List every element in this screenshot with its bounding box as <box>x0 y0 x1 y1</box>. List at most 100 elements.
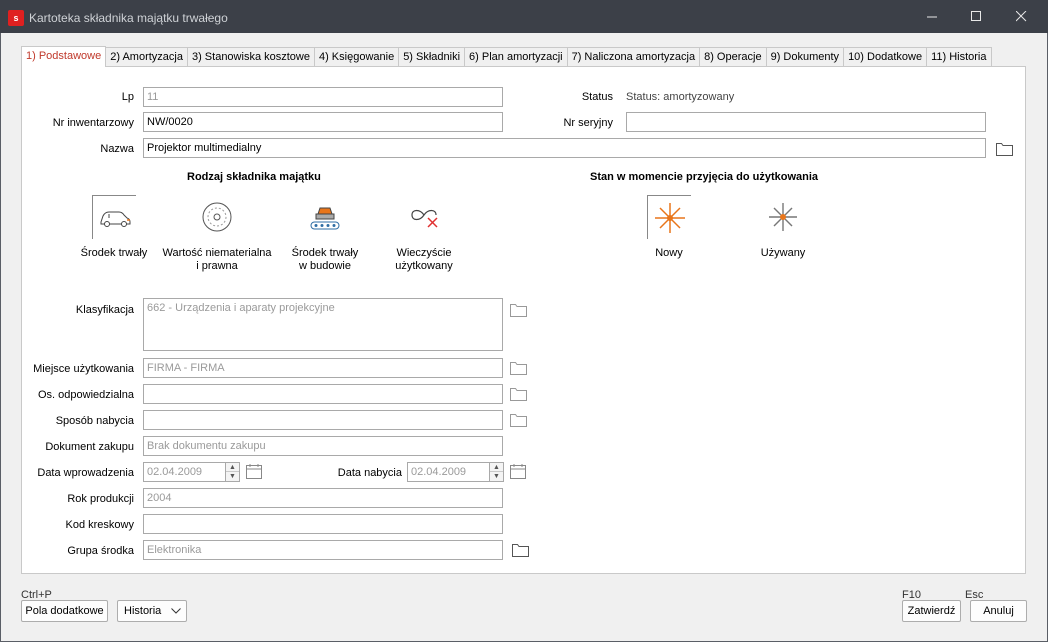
tab-label: Stanowiska kosztowe <box>201 51 310 63</box>
folder-icon[interactable] <box>996 142 1013 156</box>
tab-ksiegowanie[interactable]: 4) Księgowanie <box>314 47 400 67</box>
spin-up-icon[interactable]: ▲ <box>226 463 239 472</box>
calendar-icon[interactable] <box>510 464 527 479</box>
app-logo-icon: s <box>8 10 24 26</box>
cancel-button[interactable]: Anuluj <box>970 600 1027 622</box>
folder-icon[interactable] <box>510 361 527 375</box>
condition-label: Używany <box>760 247 806 259</box>
classification-label: Klasyfikacja <box>75 304 134 316</box>
status-value: Status: amortyzowany <box>626 91 735 103</box>
minimize-icon <box>926 16 937 18</box>
tab-label: Księgowanie <box>328 51 395 63</box>
tab-label: Operacje <box>713 51 762 63</box>
title-bar: s Kartoteka składnika majątku trwałego <box>0 0 1048 33</box>
tab-number: 10) <box>848 51 864 63</box>
tab-historia[interactable]: 11) Historia <box>927 47 992 67</box>
inventory-number-field[interactable]: NW/0020 <box>143 112 503 132</box>
tab-stanowiska-kosztowe[interactable]: 3) Stanowiska kosztowe <box>187 47 315 67</box>
tab-number: 1) <box>26 50 36 62</box>
introduction-date-label: Data wprowadzenia <box>37 467 134 479</box>
tab-label: Dodatkowe <box>863 51 923 63</box>
introduction-date-field[interactable]: 02.04.2009 <box>143 462 226 482</box>
asset-group-field[interactable]: Elektronika <box>143 540 503 560</box>
classification-field[interactable]: 662 - Urządzenia i aparaty projekcyjne <box>143 298 503 351</box>
condition-new[interactable]: Nowy <box>647 195 691 260</box>
folder-icon[interactable] <box>510 413 527 427</box>
tab-bar: 1) Podstawowe 2) Amortyzacja 3) Stanowis… <box>21 46 992 67</box>
introduction-date-spinner[interactable]: ▲ ▼ <box>226 462 240 482</box>
tab-operacje[interactable]: 8) Operacje <box>700 47 767 67</box>
extra-fields-button[interactable]: Pola dodatkowe <box>21 600 108 622</box>
asset-type-perpetual-usufruct[interactable]: Wieczyście użytkowany <box>378 195 470 273</box>
spin-up-icon[interactable]: ▲ <box>490 463 503 472</box>
asset-type-label: Wieczyście <box>396 247 452 259</box>
folder-icon[interactable] <box>512 543 529 557</box>
name-label: Nazwa <box>100 143 134 155</box>
barcode-label: Kod kreskowy <box>65 519 134 531</box>
window-title: Kartoteka składnika majątku trwałego <box>29 11 228 25</box>
close-button[interactable] <box>998 0 1044 33</box>
tab-plan-amortyzacji[interactable]: 6) Plan amortyzacji <box>465 47 568 67</box>
lp-field[interactable]: 11 <box>143 87 503 107</box>
lp-label: Lp <box>121 91 134 103</box>
status-label: Status <box>581 91 613 103</box>
asset-type-label-line2: użytkowany <box>395 260 453 272</box>
spin-down-icon[interactable]: ▼ <box>490 472 503 481</box>
name-field[interactable]: Projektor multimedialny <box>143 138 986 158</box>
folder-icon[interactable] <box>510 303 527 317</box>
tab-number: 11) <box>931 51 947 63</box>
tab-skladniki[interactable]: 5) Składniki <box>399 47 466 67</box>
acquisition-date-label: Data nabycia <box>337 467 402 479</box>
minimize-button[interactable] <box>909 0 955 33</box>
confirm-button[interactable]: Zatwierdź <box>902 600 961 622</box>
tab-number: 9) <box>770 51 781 63</box>
calendar-icon[interactable] <box>246 464 263 479</box>
tab-label: Naliczona amortyzacja <box>581 51 696 63</box>
asset-type-fixed-asset[interactable]: Środek trwały <box>78 195 150 260</box>
tab-number: 6) <box>469 51 479 63</box>
tab-podstawowe[interactable]: 1) Podstawowe <box>21 46 107 67</box>
sparkle-grey-icon <box>769 203 797 231</box>
tab-label: Podstawowe <box>35 50 102 62</box>
production-year-field[interactable]: 2004 <box>143 488 503 508</box>
acquisition-date-spinner[interactable]: ▲ ▼ <box>490 462 504 482</box>
maximize-button[interactable] <box>953 0 999 33</box>
condition-title: Stan w momencie przyjęcia do użytkowania <box>590 171 819 183</box>
inventory-number-label: Nr inwentarzowy <box>52 117 134 129</box>
asset-type-label-line2: i prawna <box>196 260 238 272</box>
responsible-person-field[interactable] <box>143 384 503 404</box>
condition-used[interactable]: Używany <box>752 195 814 260</box>
tab-label: Składniki <box>412 51 461 63</box>
asset-type-label-line2: w budowie <box>299 260 351 272</box>
car-on-conveyor-icon <box>310 207 340 230</box>
barcode-field[interactable] <box>143 514 503 534</box>
serial-number-label: Nr seryjny <box>563 117 613 129</box>
history-dropdown-label: Historia <box>124 605 162 617</box>
usage-place-label: Miejsce użytkowania <box>33 363 134 375</box>
acquisition-date-field[interactable]: 02.04.2009 <box>407 462 490 482</box>
tab-label: Historia <box>946 51 987 63</box>
purchase-document-label: Dokument zakupu <box>45 441 134 453</box>
tab-number: 2) <box>110 51 120 63</box>
asset-type-label: Środek trwały <box>291 247 359 259</box>
asset-type-under-construction[interactable]: Środek trwały w budowie <box>279 195 371 273</box>
purchase-document-field[interactable]: Brak dokumentu zakupu <box>143 436 503 456</box>
tab-naliczona-amortyzacja[interactable]: 7) Naliczona amortyzacja <box>567 47 701 67</box>
responsible-person-label: Os. odpowiedzialna <box>37 389 134 401</box>
spin-down-icon[interactable]: ▼ <box>226 472 239 481</box>
asset-type-intangible[interactable]: Wartość niematerialna i prawna <box>159 195 275 273</box>
history-dropdown[interactable]: Historia <box>117 600 187 622</box>
folder-icon[interactable] <box>510 387 527 401</box>
usage-place-field[interactable]: FIRMA - FIRMA <box>143 358 503 378</box>
chevron-down-icon <box>171 608 181 614</box>
infinity-cross-icon <box>411 209 438 228</box>
asset-group-label: Grupa środka <box>67 545 134 557</box>
tab-dokumenty[interactable]: 9) Dokumenty <box>766 47 845 67</box>
serial-number-field[interactable] <box>626 112 986 132</box>
tab-amortyzacja[interactable]: 2) Amortyzacja <box>106 47 188 67</box>
tab-label: Dokumenty <box>780 51 840 63</box>
production-year-label: Rok produkcji <box>67 493 134 505</box>
tab-number: 3) <box>191 51 202 63</box>
acquisition-method-field[interactable] <box>143 410 503 430</box>
tab-dodatkowe[interactable]: 10) Dodatkowe <box>844 47 928 67</box>
